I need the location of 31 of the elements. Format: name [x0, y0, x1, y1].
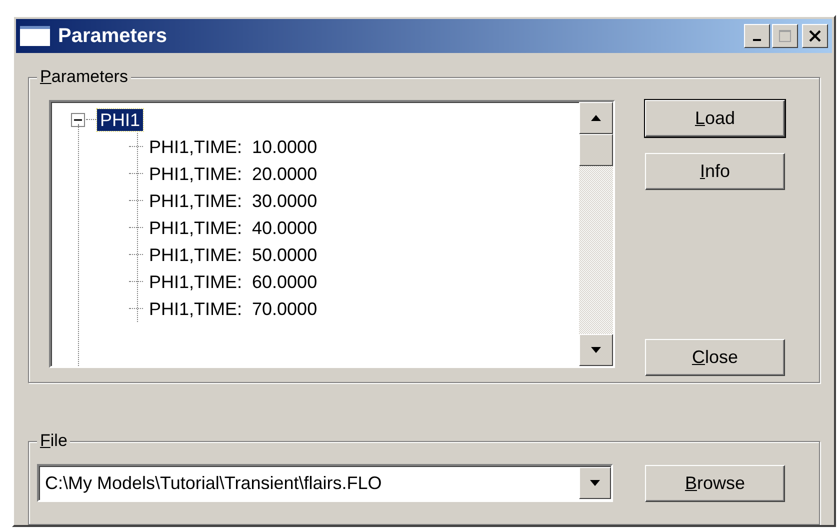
- minimize-button[interactable]: [744, 24, 770, 48]
- maximize-icon: [778, 29, 792, 43]
- scroll-thumb[interactable]: [579, 134, 613, 166]
- tree-item[interactable]: PHI1,TIME: 10.0000: [146, 136, 320, 158]
- maximize-button[interactable]: [772, 24, 798, 48]
- down-arrow-icon: [590, 346, 602, 354]
- tree-item[interactable]: PHI1: [97, 108, 144, 130]
- collapse-icon[interactable]: [71, 112, 85, 126]
- window-icon: [20, 26, 50, 46]
- info-button[interactable]: Info: [645, 153, 785, 190]
- down-arrow-icon: [589, 479, 601, 487]
- tree-item[interactable]: PHI1,TIME: 40.0000: [146, 216, 320, 238]
- scroll-up-button[interactable]: [579, 102, 613, 134]
- tree-item[interactable]: PHI1,TIME: 60.0000: [146, 270, 320, 292]
- file-path-text: C:\My Models\Tutorial\Transient\flairs.FLO: [45, 472, 383, 495]
- close-button[interactable]: [802, 24, 828, 48]
- tree-item[interactable]: PHI1,TIME: 30.0000: [146, 190, 320, 212]
- browse-button[interactable]: Browse: [645, 464, 785, 502]
- minimize-icon: [753, 39, 761, 41]
- close-icon: [808, 29, 822, 43]
- window-title: Parameters: [58, 24, 168, 49]
- up-arrow-icon: [590, 114, 602, 122]
- scroll-down-button[interactable]: [579, 334, 613, 366]
- tree-item[interactable]: PHI1,TIME: 20.0000: [146, 162, 320, 184]
- scrollbar[interactable]: [579, 102, 613, 366]
- load-button[interactable]: Load: [645, 100, 785, 137]
- file-path-dropdown[interactable]: C:\My Models\Tutorial\Transient\flairs.FLO: [37, 464, 613, 502]
- close-dialog-button[interactable]: Close: [645, 339, 785, 376]
- tree-item[interactable]: PHI1,TIME: 70.0000: [146, 298, 320, 320]
- dropdown-arrow-button[interactable]: [579, 467, 611, 499]
- tree-item[interactable]: PHI1,TIME: 50.0000: [146, 244, 320, 266]
